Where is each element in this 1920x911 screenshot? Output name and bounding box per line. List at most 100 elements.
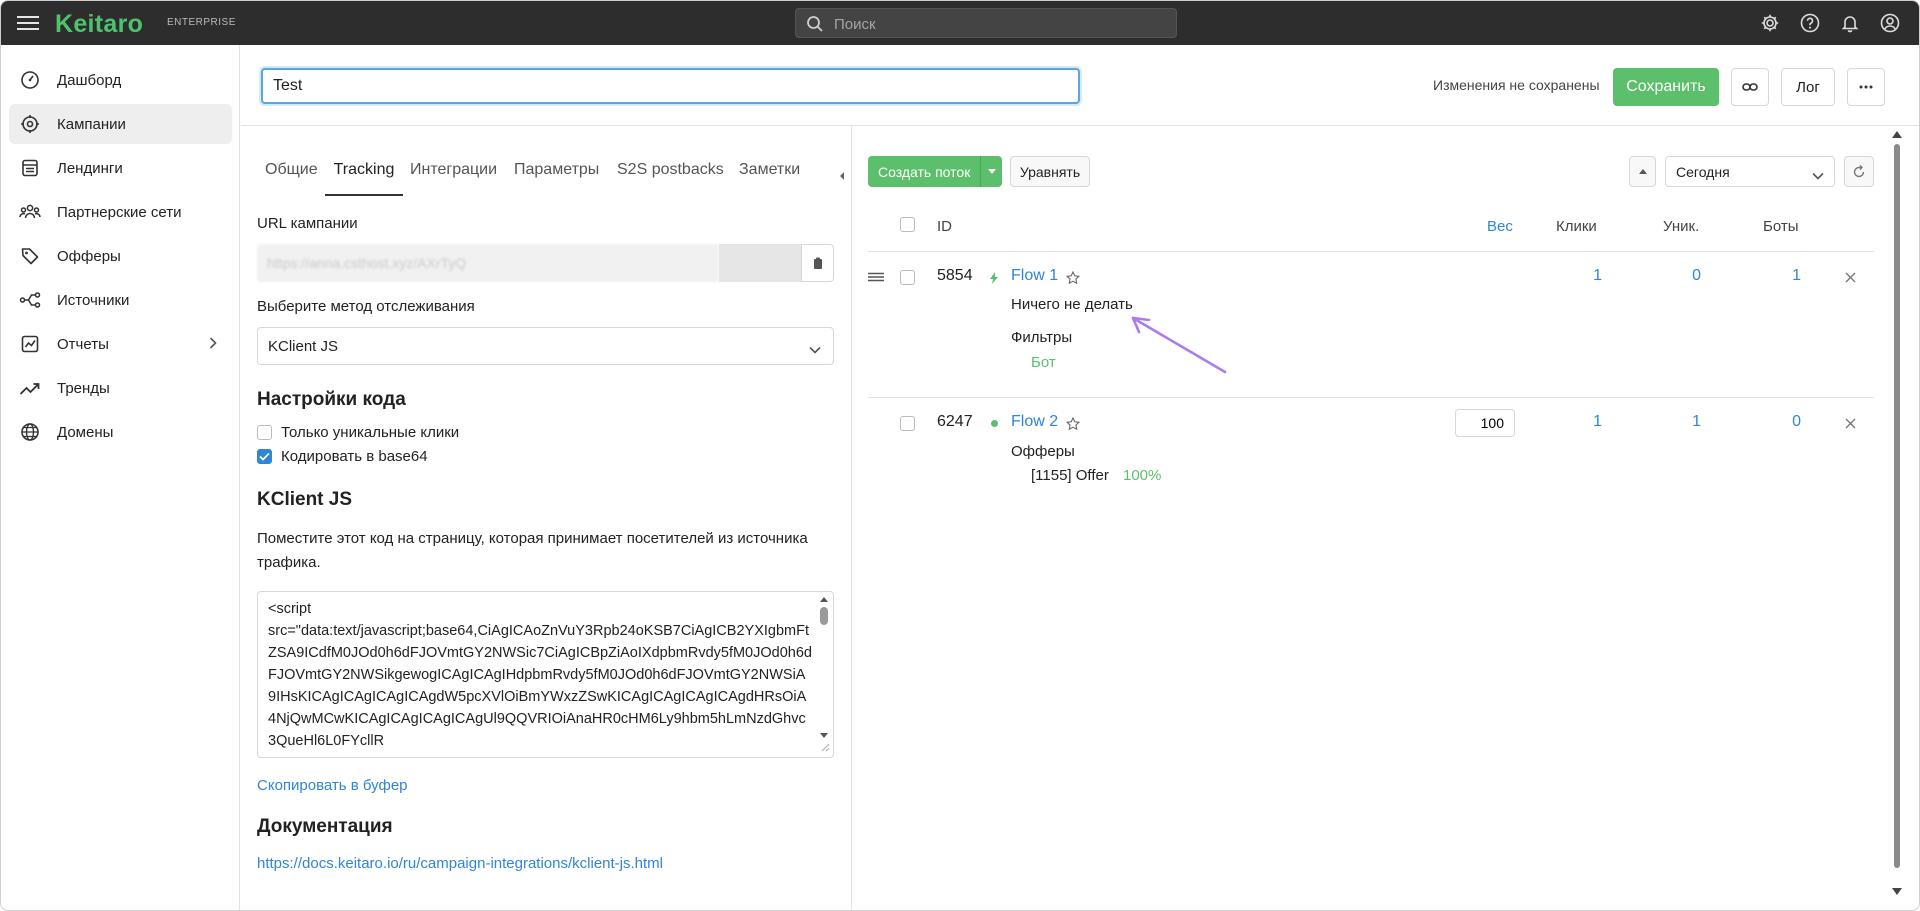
sidebar-item-label: Тренды [57,379,110,397]
create-flow-button[interactable]: Создать поток [868,156,1002,187]
save-button[interactable]: Сохранить [1613,68,1719,106]
gear-icon[interactable] [1759,12,1781,34]
flow-unique: 0 [1692,267,1701,284]
tab-parameters[interactable]: Параметры [514,156,599,196]
refresh-button[interactable] [1844,156,1874,187]
date-range-select[interactable]: Сегодня [1665,156,1835,187]
hamburger-menu-icon[interactable] [17,13,39,33]
sidebar-item-label: Партнерские сети [57,203,182,221]
copy-to-clipboard-link[interactable]: Скопировать в буфер [257,777,408,794]
code-settings-title: Настройки кода [257,389,406,410]
close-icon[interactable] [1845,272,1856,283]
base64-option[interactable]: Кодировать в base64 [257,448,428,465]
code-snippet-textarea[interactable]: <script src="data:text/javascript;base64… [257,591,834,758]
tab-s2s-postbacks[interactable]: S2S postbacks [617,156,724,196]
drag-handle-icon[interactable] [867,272,885,282]
kclient-title: KClient JS [257,489,353,510]
tracking-panel: Общие Tracking Интеграции Параметры S2S … [241,126,852,910]
flow-name-link[interactable]: Flow 1 [1011,267,1058,285]
unsaved-status: Изменения не сохранены [1433,77,1600,93]
tab-notes[interactable]: Заметки [739,156,800,196]
report-icon [15,334,45,354]
search-input[interactable] [834,13,1164,35]
url-field-addon [719,244,801,282]
sidebar-item-label: Домены [57,423,114,441]
flow-action: Ничего не делать [1011,296,1133,313]
sidebar-item-reports[interactable]: Отчеты [9,324,232,364]
campaign-tabs: Общие Tracking Интеграции Параметры S2S … [241,156,852,196]
flow-clicks: 1 [1593,413,1602,430]
refresh-icon [1853,164,1865,177]
help-icon[interactable] [1799,12,1821,34]
flow-offers-label: Офферы [1011,443,1075,460]
chevron-down-icon [809,341,821,358]
sidebar-item-offers[interactable]: Офферы [9,236,232,276]
column-bots[interactable]: Боты [1763,218,1799,235]
log-button[interactable]: Лог [1781,68,1835,106]
docs-link[interactable]: https://docs.keitaro.io/ru/campaign-inte… [257,855,663,872]
flow-filters-label: Фильтры [1011,329,1073,346]
brand-edition: ENTERPRISE [167,17,236,28]
flow-clicks: 1 [1593,267,1602,284]
code-scrollbar[interactable] [818,595,830,753]
equalize-button[interactable]: Уравнять [1010,156,1090,187]
unique-clicks-label: Только уникальные клики [281,424,460,441]
select-all-checkbox[interactable] [900,217,915,232]
collapse-button[interactable] [1629,156,1656,187]
campaign-header: Изменения не сохранены Сохранить Лог [241,45,1919,126]
sidebar-item-trends[interactable]: Тренды [9,368,232,408]
globe-icon [15,422,45,442]
tabs-scroll-left-icon[interactable] [838,168,846,186]
unique-clicks-checkbox[interactable] [257,425,272,440]
tab-general[interactable]: Общие [265,156,318,196]
copy-url-button[interactable] [801,244,834,282]
divider [868,251,1874,252]
bell-icon[interactable] [1839,12,1861,34]
search-box[interactable] [795,8,1177,38]
source-icon [15,290,45,310]
star-icon[interactable] [1066,271,1080,285]
sidebar-item-networks[interactable]: Партнерские сети [9,192,232,232]
tab-integrations[interactable]: Интеграции [410,156,497,196]
status-dot [991,420,998,427]
star-icon[interactable] [1066,417,1080,431]
base64-checkbox[interactable] [257,449,272,464]
more-button[interactable] [1847,68,1885,106]
column-unique[interactable]: Уник. [1663,218,1699,235]
tracking-method-select[interactable]: KClient JS [257,327,834,365]
flow-weight-input[interactable] [1455,409,1515,437]
sidebar-item-dashboard[interactable]: Дашборд [9,60,232,100]
sidebar-item-landings[interactable]: Лендинги [9,148,232,188]
flow-filter-value: Бот [1031,354,1056,371]
column-clicks[interactable]: Клики [1556,218,1597,235]
page-scrollbar[interactable] [1889,126,1905,911]
search-icon [806,15,824,38]
tag-icon [15,246,45,266]
sidebar-item-sources[interactable]: Источники [9,280,232,320]
flow-unique: 1 [1692,413,1701,430]
divider [868,397,1874,398]
column-weight[interactable]: Вес [1487,218,1513,235]
campaign-url-field[interactable]: https://anna.csthost.xyz/AXrTyQ [257,244,719,282]
flow-name-link[interactable]: Flow 2 [1011,413,1058,431]
tab-tracking[interactable]: Tracking [325,156,403,196]
user-icon[interactable] [1879,12,1901,34]
flow-checkbox[interactable] [900,270,915,285]
close-icon[interactable] [1845,418,1856,429]
unique-clicks-option[interactable]: Только уникальные клики [257,424,459,441]
flow-id: 5854 [937,267,973,284]
sidebar-item-label: Дашборд [57,71,122,89]
link-button[interactable] [1731,68,1769,106]
column-id[interactable]: ID [937,218,952,235]
app-window: Keitaro ENTERPRISE Дашборд [0,0,1920,911]
create-flow-dropdown-icon[interactable] [981,169,1002,174]
chevron-down-icon [1812,167,1824,183]
flow-offer-name: [1155] Offer [1031,467,1109,484]
sidebar-item-campaigns[interactable]: Кампании [9,104,232,144]
campaign-name-input[interactable] [261,68,1080,104]
more-dots-icon [1859,85,1873,89]
annotation-arrow-icon [1131,316,1227,374]
flow-checkbox[interactable] [900,416,915,431]
brand-logo[interactable]: Keitaro [55,10,143,39]
sidebar-item-domains[interactable]: Домены [9,412,232,452]
